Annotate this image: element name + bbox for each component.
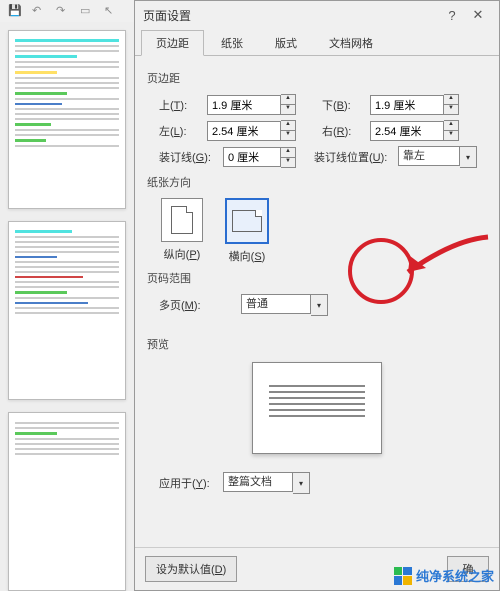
spinner-up-icon[interactable]: ▲: [281, 95, 295, 104]
spinner-down-icon[interactable]: ▼: [281, 157, 295, 167]
tab-grid[interactable]: 文档网格: [314, 30, 388, 56]
apply-to-label: 应用于(Y):: [159, 475, 217, 491]
chevron-down-icon[interactable]: ▾: [311, 294, 328, 316]
gutter-pos-label: 装订线位置(U):: [314, 149, 392, 165]
preview-box: [252, 362, 382, 454]
portrait-page-icon: [171, 206, 193, 234]
bottom-margin-label: 下(B):: [322, 97, 364, 113]
top-margin-input[interactable]: ▲▼: [207, 94, 296, 115]
multipage-label: 多页(M):: [159, 297, 211, 313]
landscape-page-icon: [232, 210, 262, 232]
section-orientation-label: 纸张方向: [147, 174, 487, 190]
bottom-margin-input[interactable]: ▲▼: [370, 94, 459, 115]
section-preview-label: 预览: [147, 336, 487, 352]
spinner-down-icon[interactable]: ▼: [444, 130, 458, 140]
spinner-up-icon[interactable]: ▲: [444, 121, 458, 130]
spinner-down-icon[interactable]: ▼: [281, 130, 295, 140]
dialog-titlebar: 页面设置 ? ✕: [135, 1, 499, 29]
spinner-up-icon[interactable]: ▲: [444, 95, 458, 104]
close-button[interactable]: ✕: [465, 4, 491, 26]
tab-margins[interactable]: 页边距: [141, 30, 204, 56]
dialog-body: 页边距 上(T): ▲▼ 下(B): ▲▼ 左(L): ▲▼ 右(R): ▲▼ …: [135, 56, 499, 547]
gutter-label: 装订线(G):: [159, 149, 217, 165]
save-icon[interactable]: 💾: [8, 4, 22, 18]
orientation-portrait[interactable]: 纵向(P): [161, 198, 203, 264]
top-margin-label: 上(T):: [159, 97, 201, 113]
watermark: 纯净系统之家: [394, 566, 494, 585]
tab-layout[interactable]: 版式: [260, 30, 312, 56]
tab-bar: 页边距 纸张 版式 文档网格: [135, 29, 499, 56]
help-button[interactable]: ?: [439, 4, 465, 26]
orientation-landscape[interactable]: 横向(S): [225, 198, 269, 264]
section-margins-label: 页边距: [147, 70, 487, 86]
multipage-select[interactable]: 普通▾: [241, 294, 328, 316]
left-margin-label: 左(L):: [159, 123, 201, 139]
cursor-icon[interactable]: ↖: [104, 4, 118, 18]
redo-icon[interactable]: ↷: [56, 4, 70, 18]
gutter-pos-select[interactable]: 靠左▾: [398, 146, 477, 168]
dialog-title: 页面设置: [143, 7, 439, 24]
spinner-up-icon[interactable]: ▲: [281, 121, 295, 130]
page-setup-dialog: 页面设置 ? ✕ 页边距 纸张 版式 文档网格 页边距 上(T): ▲▼ 下(B…: [134, 0, 500, 591]
thumbnail-page[interactable]: [8, 30, 126, 209]
section-pages-label: 页码范围: [147, 270, 487, 286]
right-margin-input[interactable]: ▲▼: [370, 120, 459, 141]
apply-to-select[interactable]: 整篇文档▾: [223, 472, 310, 494]
left-margin-input[interactable]: ▲▼: [207, 120, 296, 141]
tab-paper[interactable]: 纸张: [206, 30, 258, 56]
thumbnail-page[interactable]: [8, 412, 126, 591]
spinner-up-icon[interactable]: ▲: [281, 148, 295, 157]
spinner-down-icon[interactable]: ▼: [444, 104, 458, 114]
app-frame: 💾 ↶ ↷ ▭ ↖ 页面设置 ? ✕: [0, 0, 500, 591]
pointer-icon[interactable]: ▭: [80, 4, 94, 18]
chevron-down-icon[interactable]: ▾: [460, 146, 477, 168]
right-margin-label: 右(R):: [322, 123, 364, 139]
thumbnails-panel: [0, 22, 134, 591]
gutter-input[interactable]: ▲▼: [223, 147, 296, 168]
spinner-down-icon[interactable]: ▼: [281, 104, 295, 114]
set-default-button[interactable]: 设为默认值(D): [145, 556, 237, 582]
chevron-down-icon[interactable]: ▾: [293, 472, 310, 494]
watermark-icon: [394, 567, 412, 585]
undo-icon[interactable]: ↶: [32, 4, 46, 18]
thumbnail-page[interactable]: [8, 221, 126, 400]
